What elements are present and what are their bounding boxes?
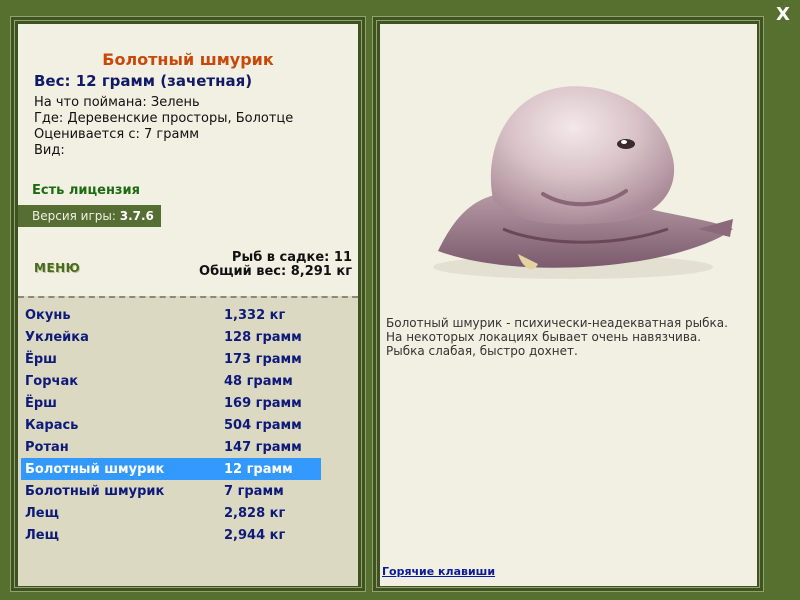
catch-name: Лещ (25, 505, 59, 521)
version-value: 3.7.6 (119, 209, 154, 223)
fish-title: Болотный шмурик (102, 50, 274, 69)
description-line-3: Рыбка слабая, быстро дохнет. (386, 344, 578, 358)
catch-weight: 7 грамм (224, 483, 284, 499)
catch-name: Болотный шмурик (25, 461, 165, 477)
catch-weight: 2,944 кг (224, 527, 286, 543)
catch-name: Карась (25, 417, 79, 433)
total-weight: Общий вес: 8,291 кг (199, 264, 352, 279)
license-status: Есть лицензия (32, 183, 140, 198)
detail-species: Вид: (34, 143, 65, 158)
detail-location: Где: Деревенские просторы, Болотце (34, 111, 294, 126)
catch-weight: 1,332 кг (224, 307, 286, 323)
catch-name: Ротан (25, 439, 69, 455)
fish-count: Рыб в садке: 11 (231, 250, 352, 265)
catch-name: Уклейка (25, 329, 89, 345)
catch-row[interactable]: Ротан 147 грамм (21, 436, 321, 458)
catch-weight: 147 грамм (224, 439, 302, 455)
catch-list-panel: Окунь 1,332 кг Уклейка 128 грамм Ёрш 173 грам… (18, 296, 358, 586)
catch-weight: 2,828 кг (224, 505, 286, 521)
fish-details: На что поймана: Зелень Где: Деревенские … (34, 95, 293, 159)
description-line-2: На некоторых локациях бывает очень навяз… (386, 330, 702, 344)
catch-name: Ёрш (25, 351, 57, 367)
hotkeys-link[interactable]: Горячие клавиши (382, 565, 495, 578)
catch-row[interactable]: Уклейка 128 грамм (21, 326, 321, 348)
catch-row[interactable]: Ёрш 169 грамм (21, 392, 321, 414)
catch-row[interactable]: Карась 504 грамм (21, 414, 321, 436)
description-line-1: Болотный шмурик - психически-неадекватна… (386, 316, 728, 330)
catch-row[interactable]: Лещ 2,944 кг (21, 524, 321, 546)
version-label: Версия игры: (32, 209, 120, 223)
catch-row[interactable]: Горчак 48 грамм (21, 370, 321, 392)
catch-name: Лещ (25, 527, 59, 543)
catch-list: Окунь 1,332 кг Уклейка 128 грамм Ёрш 173 грам… (21, 304, 321, 546)
fish-description-panel: Болотный шмурик - психически-неадекватна… (380, 24, 757, 586)
fish-weight: Вес: 12 грамм (зачетная) (34, 72, 253, 90)
catch-row[interactable]: Болотный шмурик 12 грамм (21, 458, 321, 480)
catch-row[interactable]: Окунь 1,332 кг (21, 304, 321, 326)
catch-weight: 48 грамм (224, 373, 293, 389)
catch-name: Горчак (25, 373, 79, 389)
catch-name: Ёрш (25, 395, 57, 411)
catch-name: Окунь (25, 307, 71, 323)
close-button[interactable]: X (772, 4, 794, 26)
fish-info-panel: Болотный шмурик Вес: 12 грамм (зачетная)… (18, 24, 358, 296)
catch-weight: 173 грамм (224, 351, 302, 367)
fish-description: Болотный шмурик - психически-неадекватна… (386, 316, 751, 358)
catch-weight: 504 грамм (224, 417, 302, 433)
blobfish-image (433, 86, 733, 279)
catch-row[interactable]: Ёрш 173 грамм (21, 348, 321, 370)
catch-name: Болотный шмурик (25, 483, 165, 499)
catch-row[interactable]: Лещ 2,828 кг (21, 502, 321, 524)
catch-weight: 128 грамм (224, 329, 302, 345)
version-bar: Версия игры: 3.7.6 (18, 205, 161, 227)
detail-bait: На что поймана: Зелень (34, 95, 200, 110)
detail-min-weight: Оценивается с: 7 грамм (34, 127, 200, 142)
catch-weight: 169 грамм (224, 395, 302, 411)
catch-row[interactable]: Болотный шмурик 7 грамм (21, 480, 321, 502)
cage-stats: Рыб в садке: 11 Общий вес: 8,291 кг (199, 251, 352, 279)
catch-weight: 12 грамм (224, 461, 293, 477)
menu-button[interactable]: МЕНЮ (34, 261, 80, 275)
